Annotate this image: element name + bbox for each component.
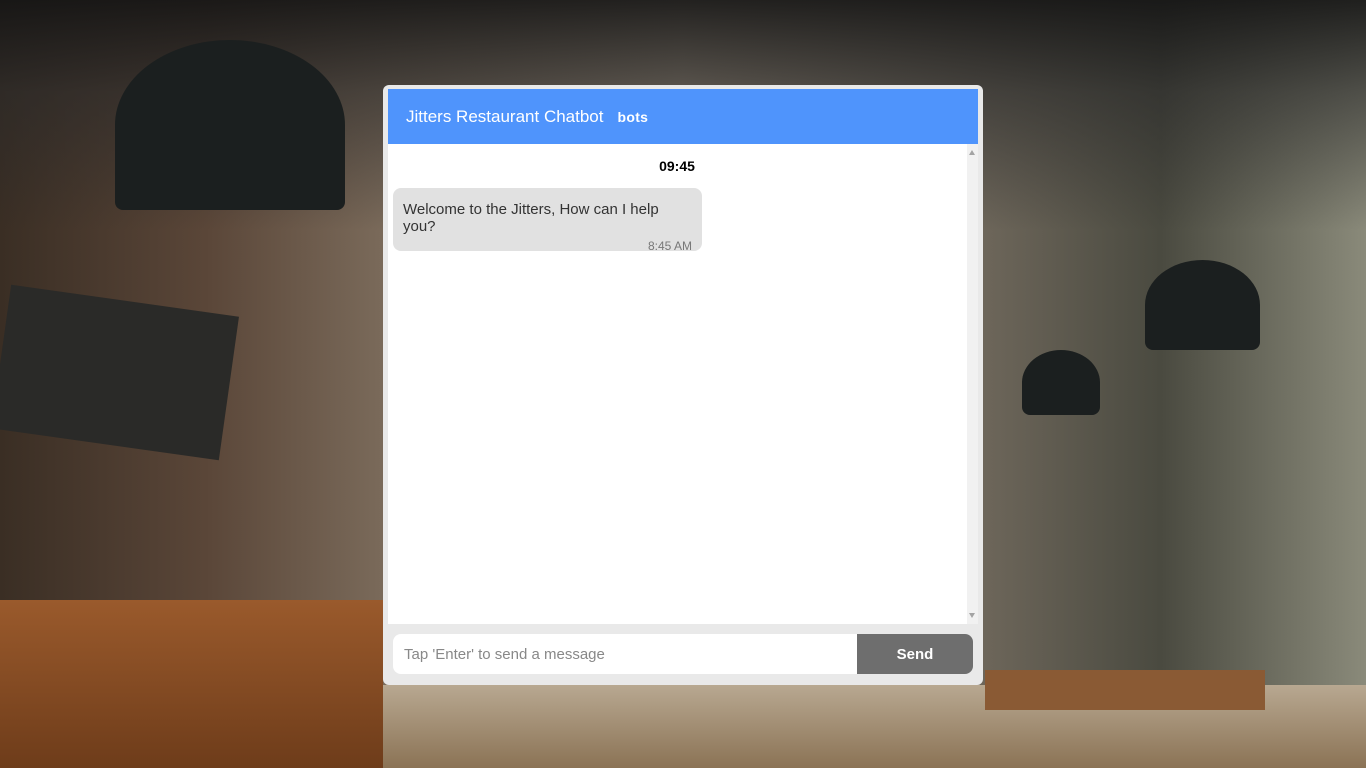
composer: Send <box>388 624 978 674</box>
message-input[interactable] <box>393 634 857 674</box>
conversation-timestamp: 09:45 <box>659 158 695 174</box>
message-text: Welcome to the Jitters, How can I help y… <box>403 201 659 235</box>
bot-message: Welcome to the Jitters, How can I help y… <box>393 188 702 253</box>
scroll-down-icon[interactable] <box>969 613 975 618</box>
chat-title: Jitters Restaurant Chatbot <box>406 106 604 126</box>
scroll-up-icon[interactable] <box>969 150 975 155</box>
send-button[interactable]: Send <box>857 634 973 674</box>
message-list: 09:45 Welcome to the Jitters, How can I … <box>388 144 978 624</box>
bots-logo: bots <box>617 108 649 125</box>
chat-header: Jitters Restaurant Chatbot bots <box>388 89 978 144</box>
chat-window: Jitters Restaurant Chatbot bots 09:45 We… <box>383 85 983 685</box>
scrollbar[interactable] <box>967 144 978 624</box>
message-time: 8:45 AM <box>647 239 692 253</box>
